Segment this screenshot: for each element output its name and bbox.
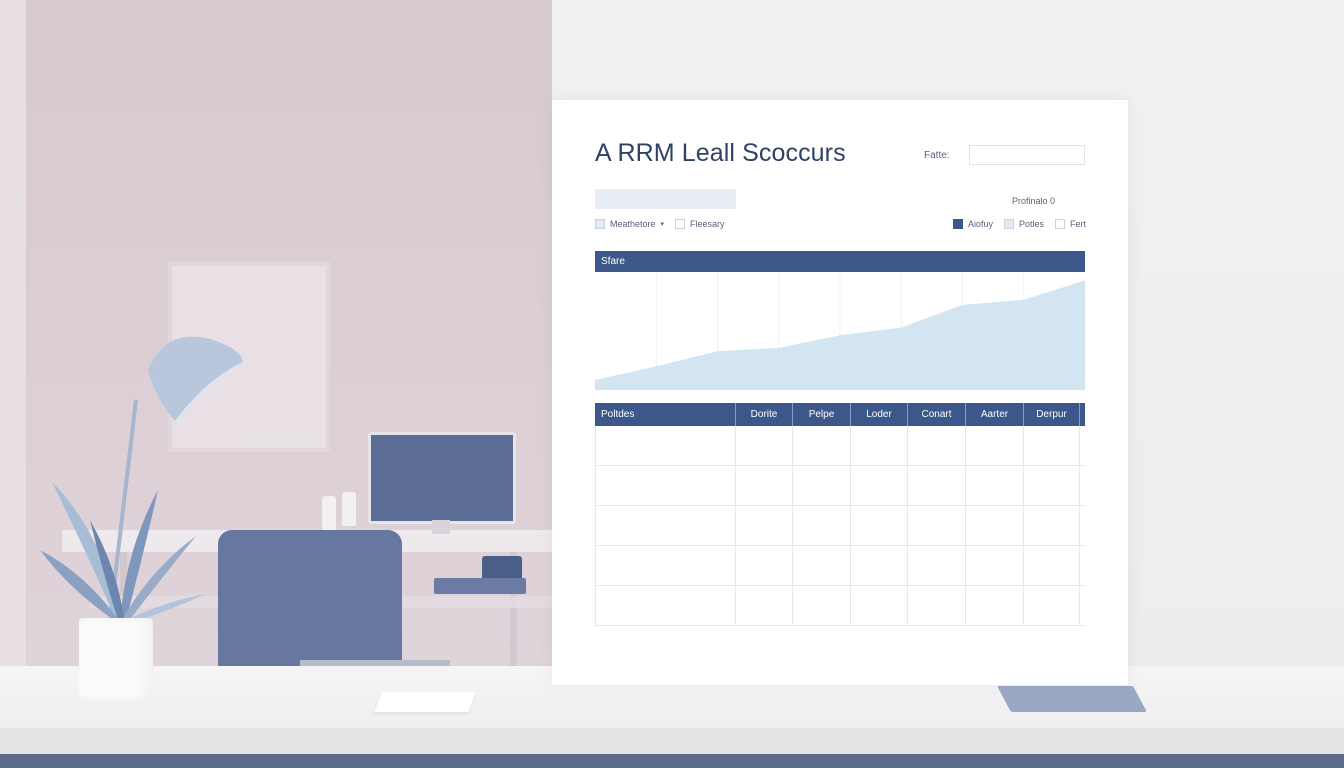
column-header[interactable]: Poltdes: [595, 403, 736, 426]
filter-checkbox[interactable]: [1055, 219, 1066, 229]
filter-checkbox[interactable]: [1004, 219, 1015, 229]
report-title: A RRM Leall Scoccurs: [595, 139, 846, 167]
table-cell: [595, 426, 736, 466]
monitor-stand: [432, 520, 450, 534]
table-row[interactable]: [595, 466, 1085, 506]
table-cell: [851, 546, 908, 586]
desk-bottle: [342, 492, 356, 526]
table-cell: [908, 586, 966, 626]
table-cell: [595, 506, 736, 546]
date-label: Fatte:: [924, 150, 950, 161]
chevron-down-icon[interactable]: ▾: [661, 220, 665, 228]
desk-books: [434, 556, 526, 596]
table-cell: [966, 426, 1024, 466]
filter-group-left: Meathetore ▾ Fleesary: [595, 219, 725, 229]
filter-group-right: Aiofuy Potles Fert: [953, 219, 1086, 229]
filter-label: Potles: [1019, 219, 1045, 229]
plant-pot: [79, 618, 153, 700]
table-cell: [595, 586, 736, 626]
tablet-on-desk: [997, 686, 1147, 712]
table-cell: [1024, 506, 1080, 546]
column-header[interactable]: Dorite: [736, 403, 793, 426]
filter-checkbox[interactable]: [953, 219, 963, 229]
table-cell: [1024, 546, 1080, 586]
search-input[interactable]: [595, 189, 736, 209]
table-cell: [793, 546, 851, 586]
report-card: A RRM Leall Scoccurs Fatte: Profinalo 0 …: [552, 100, 1128, 685]
table-cell: [851, 586, 908, 626]
table-cell: [736, 426, 793, 466]
table-cell: [793, 466, 851, 506]
table-cell: [595, 546, 736, 586]
background-monitor: [368, 432, 516, 524]
phone-on-desk: [374, 692, 476, 712]
table-cell: [736, 586, 793, 626]
table-cell: [908, 506, 966, 546]
date-input[interactable]: [969, 145, 1085, 165]
table-cell: [966, 506, 1024, 546]
table-cell: [851, 426, 908, 466]
table-cell: [966, 546, 1024, 586]
potted-plant: [40, 482, 206, 624]
table-cell: [793, 586, 851, 626]
floor-strip: [0, 754, 1344, 768]
column-header-spacer: [1080, 403, 1085, 426]
table-cell: [908, 466, 966, 506]
profile-label: Profinalo 0: [1012, 196, 1056, 206]
table-cell: [793, 426, 851, 466]
filter-label: Fert: [1070, 219, 1087, 229]
area-chart: [595, 251, 1085, 390]
table-cell: [1024, 586, 1080, 626]
data-table: Poltdes Dorite Pelpe Loder Conart Aarter…: [595, 403, 1085, 626]
chart-title: Sfare: [601, 256, 625, 267]
table-cell: [736, 546, 793, 586]
table-cell: [595, 466, 736, 506]
table-cell: [793, 506, 851, 546]
table-row[interactable]: [595, 506, 1085, 546]
filter-label: Aiofuy: [968, 219, 994, 229]
table-cell: [908, 546, 966, 586]
filter-label: Meathetore: [610, 219, 656, 229]
table-row[interactable]: [595, 586, 1085, 626]
column-header[interactable]: Conart: [908, 403, 966, 426]
table-cell: [851, 466, 908, 506]
column-header[interactable]: Aarter: [966, 403, 1024, 426]
table-cell: [736, 506, 793, 546]
table-header: Poltdes Dorite Pelpe Loder Conart Aarter…: [595, 403, 1085, 426]
table-cell: [1024, 466, 1080, 506]
table-cell: [1024, 426, 1080, 466]
table-cell: [851, 506, 908, 546]
column-header[interactable]: Derpur: [1024, 403, 1080, 426]
column-header[interactable]: Pelpe: [793, 403, 851, 426]
table-cell: [908, 426, 966, 466]
table-cell: [736, 466, 793, 506]
filter-checkbox[interactable]: [595, 219, 605, 229]
filter-label: Fleesary: [690, 219, 725, 229]
table-cell: [966, 586, 1024, 626]
filter-checkbox[interactable]: [675, 219, 686, 229]
desk-bottle: [322, 496, 336, 530]
table-body: [595, 426, 1085, 626]
wall-edge: [0, 0, 26, 670]
table-cell: [966, 466, 1024, 506]
table-row[interactable]: [595, 426, 1085, 466]
counter-front: [0, 728, 1344, 754]
table-row[interactable]: [595, 546, 1085, 586]
column-header[interactable]: Loder: [851, 403, 908, 426]
